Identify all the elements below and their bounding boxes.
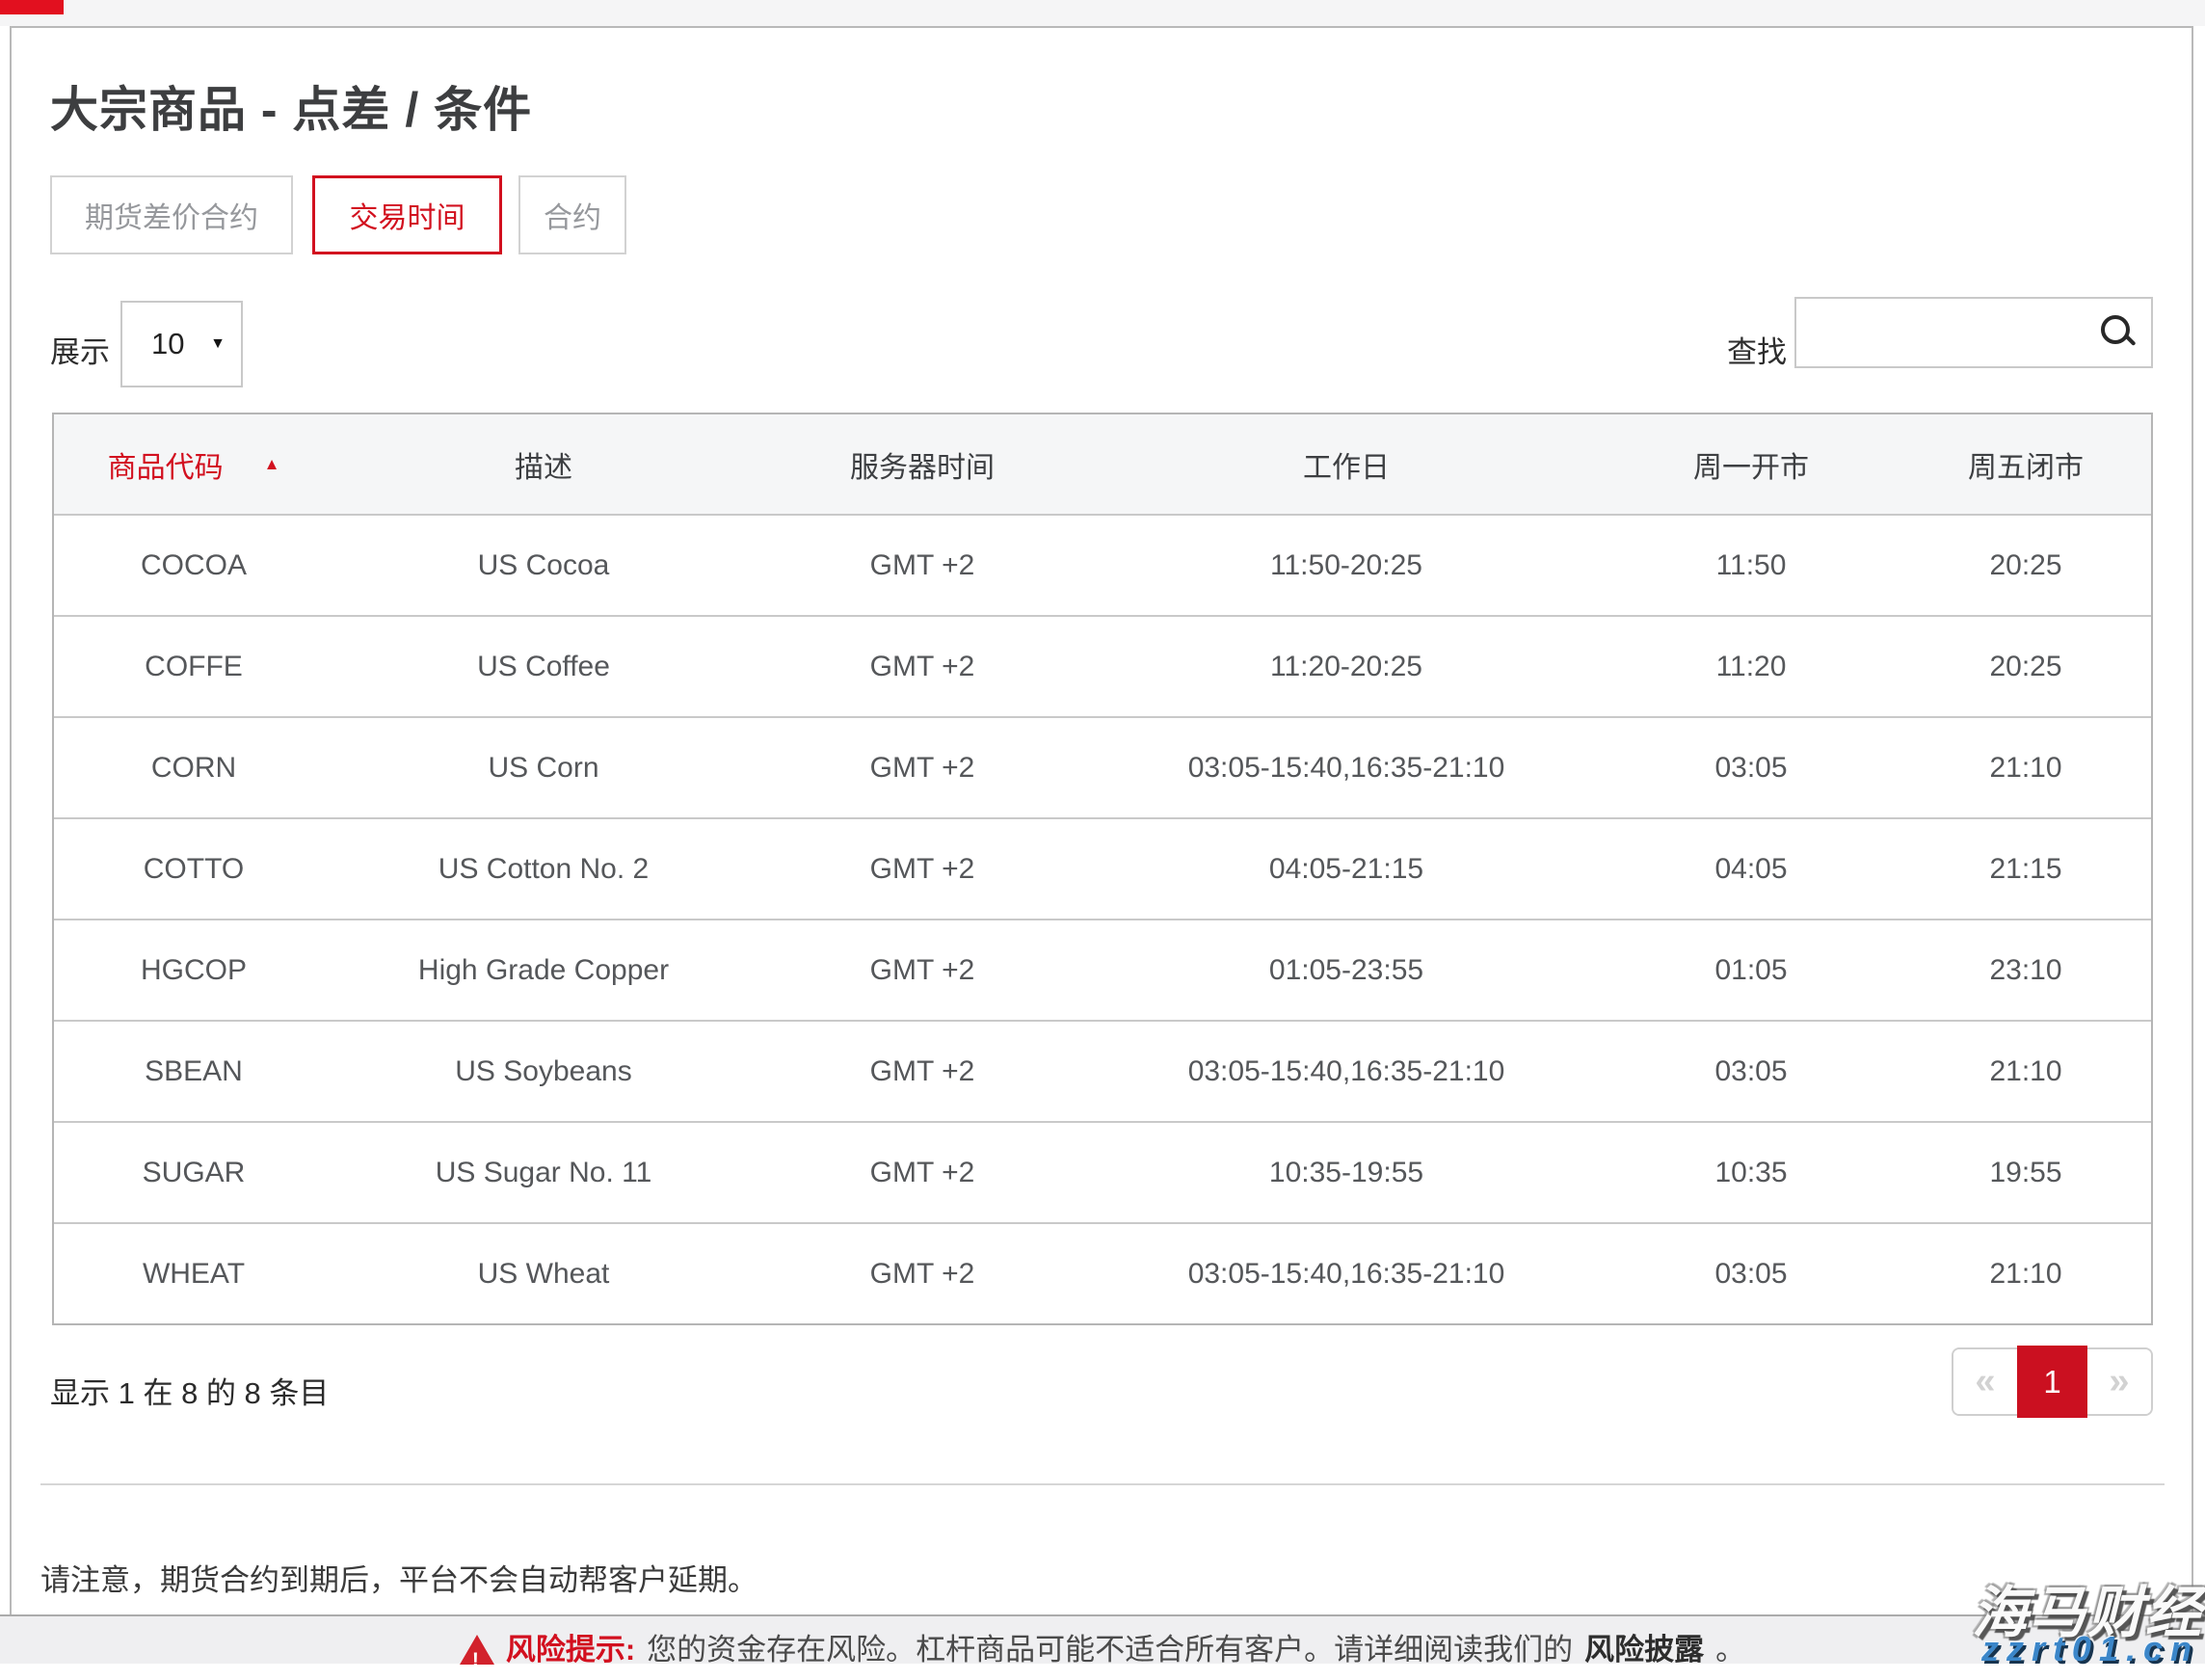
warning-triangle-icon: ! [460,1635,494,1666]
cell-friday-close: 20:25 [1900,549,2151,582]
cell-workday: 03:05-15:40,16:35-21:10 [1091,1055,1602,1088]
top-left-red-mark [0,0,64,14]
table-row: SUGAR US Sugar No. 11 GMT +2 10:35-19:55… [54,1121,2151,1222]
col-header-workday[interactable]: 工作日 [1091,443,1602,486]
cell-friday-close: 20:25 [1900,651,2151,683]
page-size-select[interactable]: 10 ▼ [120,301,243,387]
top-strip [0,0,2205,26]
cell-code: COFFE [54,651,333,683]
cell-desc: US Cocoa [333,549,754,582]
cell-workday: 11:20-20:25 [1091,651,1602,683]
cell-friday-close: 21:10 [1900,1055,2151,1088]
cell-server-time: GMT +2 [754,1157,1091,1189]
cell-workday: 01:05-23:55 [1091,954,1602,987]
search-box [1794,297,2153,368]
table-row: COTTO US Cotton No. 2 GMT +2 04:05-21:15… [54,817,2151,919]
col-header-desc[interactable]: 描述 [333,443,754,486]
cell-workday: 04:05-21:15 [1091,853,1602,886]
prev-page-button[interactable]: « [1953,1349,2017,1414]
cell-code: WHEAT [54,1258,333,1291]
cell-friday-close: 21:15 [1900,853,2151,886]
warning-bang: ! [472,1641,479,1680]
cell-server-time: GMT +2 [754,549,1091,582]
cell-desc: US Cotton No. 2 [333,853,754,886]
cell-code: SUGAR [54,1157,333,1189]
risk-label: 风险提示: [506,1631,635,1669]
col-header-code[interactable]: 商品代码 ▲ [54,443,333,486]
col-header-friday-close[interactable]: 周五闭市 [1900,443,2151,486]
cell-server-time: GMT +2 [754,853,1091,886]
risk-disclosure-link[interactable]: 风险披露 [1584,1631,1704,1669]
table-row: WHEAT US Wheat GMT +2 03:05-15:40,16:35-… [54,1222,2151,1323]
cell-monday-open: 11:20 [1602,651,1900,683]
cell-monday-open: 03:05 [1602,1055,1900,1088]
col-header-server-time[interactable]: 服务器时间 [754,443,1091,486]
commodities-table: 商品代码 ▲ 描述 服务器时间 工作日 周一开市 周五闭市 COCOA US C… [52,413,2153,1325]
cell-server-time: GMT +2 [754,651,1091,683]
cell-code: CORN [54,752,333,785]
cell-desc: US Soybeans [333,1055,754,1088]
table-row: SBEAN US Soybeans GMT +2 03:05-15:40,16:… [54,1020,2151,1121]
cell-monday-open: 01:05 [1602,954,1900,987]
cell-desc: US Sugar No. 11 [333,1157,754,1189]
cell-server-time: GMT +2 [754,752,1091,785]
sort-asc-icon: ▲ [264,455,280,474]
cell-monday-open: 10:35 [1602,1157,1900,1189]
tab-trading-hours[interactable]: 交易时间 [312,175,502,254]
cell-desc: US Wheat [333,1258,754,1291]
page-title: 大宗商品 - 点差 / 条件 [50,71,532,141]
pagination: « 1 » [1952,1347,2153,1416]
table-header-row: 商品代码 ▲ 描述 服务器时间 工作日 周一开市 周五闭市 [54,414,2151,514]
results-summary: 显示 1 在 8 的 8 条目 [50,1369,329,1412]
section-divider [40,1483,2165,1485]
cell-workday: 03:05-15:40,16:35-21:10 [1091,1258,1602,1291]
col-header-code-label: 商品代码 [108,443,224,486]
expiry-note: 请注意，期货合约到期后，平台不会自动帮客户延期。 [40,1556,757,1599]
cell-desc: US Corn [333,752,754,785]
cell-friday-close: 19:55 [1900,1157,2151,1189]
cell-monday-open: 03:05 [1602,752,1900,785]
col-header-monday-open[interactable]: 周一开市 [1602,443,1900,486]
cell-desc: High Grade Copper [333,954,754,987]
search-handle [2124,334,2136,346]
risk-text: 您的资金存在风险。杠杆商品可能不适合所有客户。请详细阅读我们的 [647,1631,1573,1669]
tab-futures-cfd[interactable]: 期货差价合约 [50,175,293,254]
cell-code: SBEAN [54,1055,333,1088]
cell-friday-close: 21:10 [1900,752,2151,785]
search-input[interactable] [1796,299,2151,366]
risk-warning-row: ! 风险提示: 您的资金存在风险。杠杆商品可能不适合所有客户。请详细阅读我们的 … [0,1631,2205,1669]
table-row: CORN US Corn GMT +2 03:05-15:40,16:35-21… [54,716,2151,817]
table-row: COFFE US Coffee GMT +2 11:20-20:25 11:20… [54,615,2151,716]
cell-monday-open: 03:05 [1602,1258,1900,1291]
table-row: COCOA US Cocoa GMT +2 11:50-20:25 11:50 … [54,514,2151,615]
cell-code: HGCOP [54,954,333,987]
show-label: 展示 [50,328,110,371]
search-lens [2101,315,2130,344]
page-size-value: 10 [122,327,184,361]
cell-monday-open: 04:05 [1602,853,1900,886]
cell-server-time: GMT +2 [754,1258,1091,1291]
cell-friday-close: 23:10 [1900,954,2151,987]
search-icon[interactable] [2099,313,2138,352]
cell-workday: 03:05-15:40,16:35-21:10 [1091,752,1602,785]
cell-code: COCOA [54,549,333,582]
cell-server-time: GMT +2 [754,1055,1091,1088]
cell-friday-close: 21:10 [1900,1258,2151,1291]
chevron-down-icon: ▼ [210,335,226,353]
next-page-button[interactable]: » [2087,1349,2151,1414]
cell-code: COTTO [54,853,333,886]
cell-monday-open: 11:50 [1602,549,1900,582]
risk-suffix: 。 [1715,1631,1745,1669]
tab-contract[interactable]: 合约 [518,175,626,254]
cell-desc: US Coffee [333,651,754,683]
search-label: 查找 [1727,328,1787,371]
table-row: HGCOP High Grade Copper GMT +2 01:05-23:… [54,919,2151,1020]
cell-workday: 10:35-19:55 [1091,1157,1602,1189]
cell-workday: 11:50-20:25 [1091,549,1602,582]
current-page-button[interactable]: 1 [2017,1346,2087,1418]
cell-server-time: GMT +2 [754,954,1091,987]
